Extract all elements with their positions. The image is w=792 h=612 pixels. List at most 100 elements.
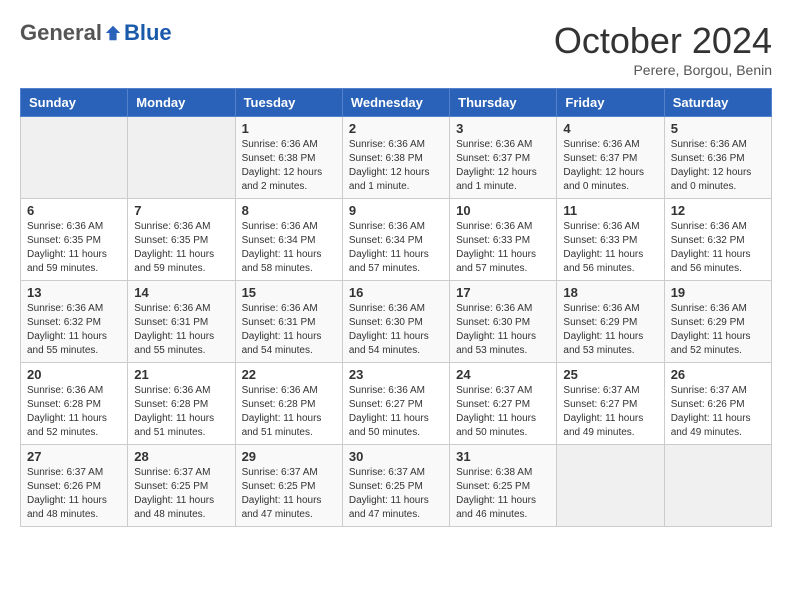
day-cell: 1 Sunrise: 6:36 AM Sunset: 6:38 PM Daylig… (235, 117, 342, 199)
day-cell: 2 Sunrise: 6:36 AM Sunset: 6:38 PM Daylig… (342, 117, 449, 199)
day-cell: 24 Sunrise: 6:37 AM Sunset: 6:27 PM Dayli… (450, 363, 557, 445)
day-cell (128, 117, 235, 199)
week-row-3: 13 Sunrise: 6:36 AM Sunset: 6:32 PM Dayli… (21, 281, 772, 363)
day-detail: Sunrise: 6:36 AM Sunset: 6:31 PM Dayligh… (242, 302, 336, 358)
day-number: 31 (456, 449, 550, 464)
day-cell: 8Sunrise: 6:36 AM Sunset: 6:34 PM Daylig… (235, 199, 342, 281)
day-detail: Sunrise: 6:37 AM Sunset: 6:26 PM Dayligh… (27, 466, 121, 522)
day-detail: Sunrise: 6:36 AM Sunset: 6:35 PM Dayligh… (134, 220, 228, 276)
day-cell: 14 Sunrise: 6:36 AM Sunset: 6:31 PM Dayli… (128, 281, 235, 363)
day-detail: Sunrise: 6:36 AM Sunset: 6:28 PM Dayligh… (242, 384, 336, 440)
day-number: 13 (27, 285, 121, 300)
day-detail: Sunrise: 6:37 AM Sunset: 6:27 PM Dayligh… (456, 384, 550, 440)
day-cell: 15 Sunrise: 6:36 AM Sunset: 6:31 PM Dayli… (235, 281, 342, 363)
day-cell (557, 445, 664, 527)
day-cell: 25Sunrise: 6:37 AM Sunset: 6:27 PM Dayli… (557, 363, 664, 445)
day-detail: Sunrise: 6:36 AM Sunset: 6:30 PM Dayligh… (456, 302, 550, 358)
day-cell: 3 Sunrise: 6:36 AM Sunset: 6:37 PM Daylig… (450, 117, 557, 199)
col-header-wednesday: Wednesday (342, 89, 449, 117)
day-detail: Sunrise: 6:36 AM Sunset: 6:33 PM Dayligh… (563, 220, 657, 276)
logo-general: General (20, 20, 102, 46)
day-number: 7 (134, 203, 228, 218)
day-detail: Sunrise: 6:36 AM Sunset: 6:38 PM Dayligh… (349, 138, 443, 194)
day-detail: Sunrise: 6:36 AM Sunset: 6:35 PM Dayligh… (27, 220, 121, 276)
logo-blue: Blue (124, 20, 172, 46)
week-row-1: 1 Sunrise: 6:36 AM Sunset: 6:38 PM Daylig… (21, 117, 772, 199)
day-cell: 28 Sunrise: 6:37 AM Sunset: 6:25 PM Dayli… (128, 445, 235, 527)
day-number: 11 (563, 203, 657, 218)
day-cell: 17Sunrise: 6:36 AM Sunset: 6:30 PM Dayli… (450, 281, 557, 363)
col-header-friday: Friday (557, 89, 664, 117)
day-number: 25 (563, 367, 657, 382)
day-cell: 19 Sunrise: 6:36 AM Sunset: 6:29 PM Dayli… (664, 281, 771, 363)
day-number: 24 (456, 367, 550, 382)
day-cell: 10 Sunrise: 6:36 AM Sunset: 6:33 PM Dayli… (450, 199, 557, 281)
day-number: 9 (349, 203, 443, 218)
day-detail: Sunrise: 6:37 AM Sunset: 6:25 PM Dayligh… (242, 466, 336, 522)
day-detail: Sunrise: 6:36 AM Sunset: 6:33 PM Dayligh… (456, 220, 550, 276)
day-cell: 26Sunrise: 6:37 AM Sunset: 6:26 PM Dayli… (664, 363, 771, 445)
day-detail: Sunrise: 6:36 AM Sunset: 6:28 PM Dayligh… (134, 384, 228, 440)
day-number: 10 (456, 203, 550, 218)
day-cell: 12 Sunrise: 6:36 AM Sunset: 6:32 PM Dayli… (664, 199, 771, 281)
day-cell: 4Sunrise: 6:36 AM Sunset: 6:37 PM Daylig… (557, 117, 664, 199)
header-row: SundayMondayTuesdayWednesdayThursdayFrid… (21, 89, 772, 117)
col-header-saturday: Saturday (664, 89, 771, 117)
day-detail: Sunrise: 6:36 AM Sunset: 6:32 PM Dayligh… (671, 220, 765, 276)
day-detail: Sunrise: 6:36 AM Sunset: 6:37 PM Dayligh… (456, 138, 550, 194)
day-number: 16 (349, 285, 443, 300)
day-cell (21, 117, 128, 199)
day-cell (664, 445, 771, 527)
day-number: 15 (242, 285, 336, 300)
day-number: 12 (671, 203, 765, 218)
day-cell: 20 Sunrise: 6:36 AM Sunset: 6:28 PM Dayli… (21, 363, 128, 445)
day-number: 14 (134, 285, 228, 300)
day-cell: 29Sunrise: 6:37 AM Sunset: 6:25 PM Dayli… (235, 445, 342, 527)
day-number: 26 (671, 367, 765, 382)
day-number: 23 (349, 367, 443, 382)
day-cell: 11 Sunrise: 6:36 AM Sunset: 6:33 PM Dayli… (557, 199, 664, 281)
day-cell: 7 Sunrise: 6:36 AM Sunset: 6:35 PM Daylig… (128, 199, 235, 281)
day-cell: 13 Sunrise: 6:36 AM Sunset: 6:32 PM Dayli… (21, 281, 128, 363)
day-cell: 27Sunrise: 6:37 AM Sunset: 6:26 PM Dayli… (21, 445, 128, 527)
day-detail: Sunrise: 6:36 AM Sunset: 6:32 PM Dayligh… (27, 302, 121, 358)
day-detail: Sunrise: 6:36 AM Sunset: 6:27 PM Dayligh… (349, 384, 443, 440)
day-number: 19 (671, 285, 765, 300)
day-detail: Sunrise: 6:36 AM Sunset: 6:28 PM Dayligh… (27, 384, 121, 440)
location-subtitle: Perere, Borgou, Benin (554, 62, 772, 78)
col-header-tuesday: Tuesday (235, 89, 342, 117)
month-title: October 2024 (554, 20, 772, 62)
day-detail: Sunrise: 6:36 AM Sunset: 6:29 PM Dayligh… (563, 302, 657, 358)
day-detail: Sunrise: 6:36 AM Sunset: 6:36 PM Dayligh… (671, 138, 765, 194)
day-detail: Sunrise: 6:36 AM Sunset: 6:30 PM Dayligh… (349, 302, 443, 358)
logo-icon (104, 24, 122, 42)
day-detail: Sunrise: 6:36 AM Sunset: 6:38 PM Dayligh… (242, 138, 336, 194)
day-number: 3 (456, 121, 550, 136)
week-row-5: 27Sunrise: 6:37 AM Sunset: 6:26 PM Dayli… (21, 445, 772, 527)
day-number: 18 (563, 285, 657, 300)
day-number: 2 (349, 121, 443, 136)
day-cell: 16 Sunrise: 6:36 AM Sunset: 6:30 PM Dayli… (342, 281, 449, 363)
day-detail: Sunrise: 6:36 AM Sunset: 6:31 PM Dayligh… (134, 302, 228, 358)
day-number: 28 (134, 449, 228, 464)
title-block: October 2024 Perere, Borgou, Benin (554, 20, 772, 78)
day-number: 22 (242, 367, 336, 382)
day-detail: Sunrise: 6:36 AM Sunset: 6:34 PM Dayligh… (242, 220, 336, 276)
day-detail: Sunrise: 6:37 AM Sunset: 6:25 PM Dayligh… (134, 466, 228, 522)
day-cell: 5Sunrise: 6:36 AM Sunset: 6:36 PM Daylig… (664, 117, 771, 199)
week-row-2: 6 Sunrise: 6:36 AM Sunset: 6:35 PM Daylig… (21, 199, 772, 281)
day-number: 1 (242, 121, 336, 136)
col-header-sunday: Sunday (21, 89, 128, 117)
day-detail: Sunrise: 6:38 AM Sunset: 6:25 PM Dayligh… (456, 466, 550, 522)
day-cell: 6 Sunrise: 6:36 AM Sunset: 6:35 PM Daylig… (21, 199, 128, 281)
logo: General Blue (20, 20, 172, 46)
day-detail: Sunrise: 6:36 AM Sunset: 6:29 PM Dayligh… (671, 302, 765, 358)
day-number: 30 (349, 449, 443, 464)
day-cell: 31 Sunrise: 6:38 AM Sunset: 6:25 PM Dayli… (450, 445, 557, 527)
day-cell: 18 Sunrise: 6:36 AM Sunset: 6:29 PM Dayli… (557, 281, 664, 363)
day-number: 20 (27, 367, 121, 382)
col-header-thursday: Thursday (450, 89, 557, 117)
col-header-monday: Monday (128, 89, 235, 117)
day-cell: 22 Sunrise: 6:36 AM Sunset: 6:28 PM Dayli… (235, 363, 342, 445)
day-number: 6 (27, 203, 121, 218)
